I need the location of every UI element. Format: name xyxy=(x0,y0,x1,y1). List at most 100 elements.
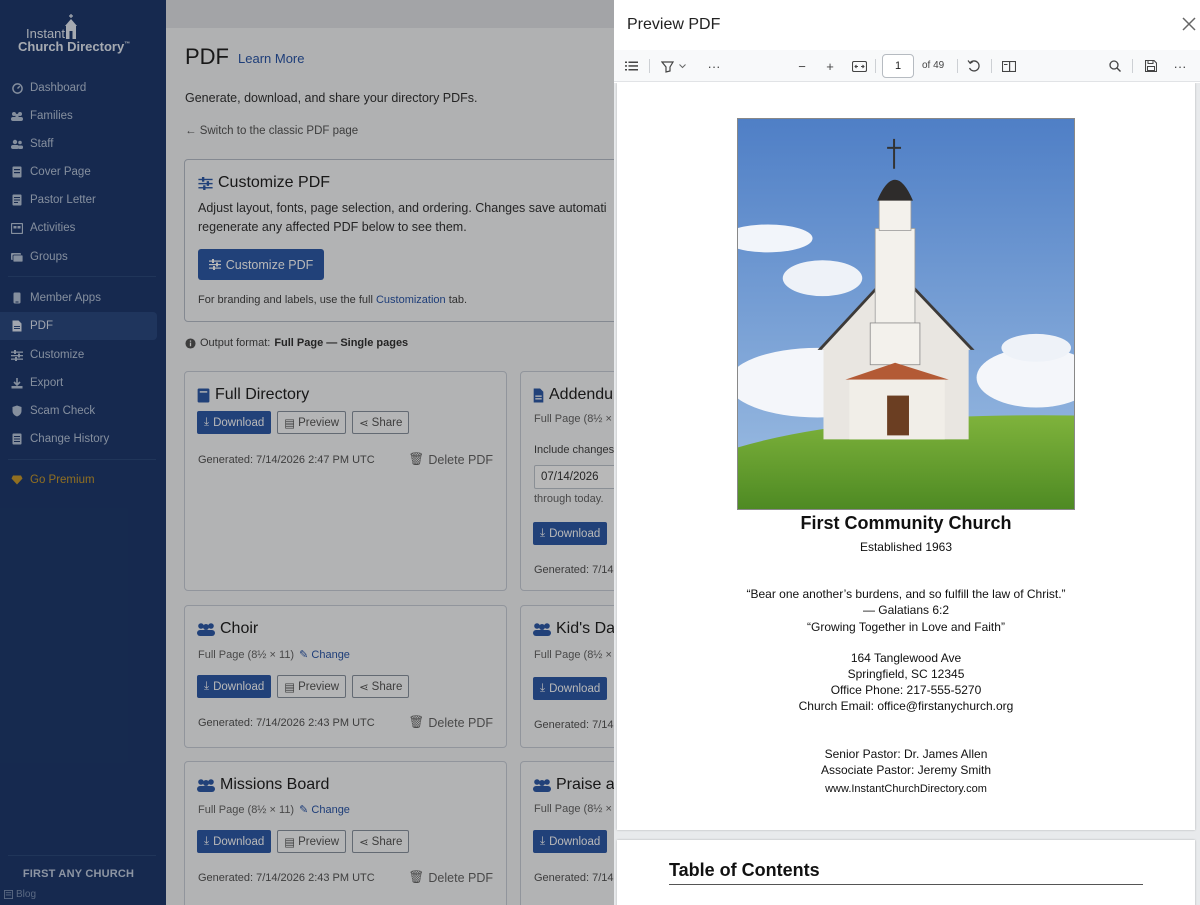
share-button[interactable]: ⋖ Share xyxy=(352,675,410,698)
logo-text-name: Church Directory™ xyxy=(18,39,131,54)
sidebar: Instant Church Directory™ Dashboard Fami… xyxy=(0,0,166,905)
sidebar-item-families[interactable]: Families xyxy=(0,102,157,130)
delete-pdf-button[interactable]: 🗑 Delete PDF xyxy=(409,870,493,885)
customize-description-2: regenerate any affected PDF below to see… xyxy=(198,220,467,234)
pdf-card-addendum: Addendu Full Page (8½ × 1 Include change… xyxy=(520,371,616,591)
pdf-viewer[interactable]: First Community Church Established 1963 … xyxy=(614,83,1200,905)
download-button[interactable]: ⤓ Download xyxy=(533,830,608,853)
rotate-button[interactable] xyxy=(966,58,982,74)
zoom-out-button[interactable]: − xyxy=(795,58,809,74)
export-icon xyxy=(11,377,23,389)
pdf-toc-heading: Table of Contents xyxy=(669,860,820,880)
sidebar-item-label: Dashboard xyxy=(30,82,87,94)
save-button[interactable] xyxy=(1144,58,1158,74)
save-icon xyxy=(1145,60,1157,72)
change-format-link[interactable]: ✎ Change xyxy=(299,804,350,816)
pdf-card-choir: Choir Full Page (8½ × 11) ✎ Change ⤓ Downl… xyxy=(184,605,507,748)
sidebar-item-label: Go Premium xyxy=(30,474,95,486)
download-button[interactable]: ⤓ Download xyxy=(197,675,272,698)
highlighter-icon xyxy=(660,60,674,73)
card-actions: ⤓ Download ▤ Preview ⋖ Share xyxy=(197,411,410,434)
settings-more-button[interactable]: ··· xyxy=(1172,58,1188,74)
church-name[interactable]: FIRST ANY CHURCH xyxy=(0,868,157,880)
sidebar-item-staff[interactable]: Staff xyxy=(0,130,157,158)
sidebar-item-dashboard[interactable]: Dashboard xyxy=(0,74,157,102)
preview-pdf-panel: Preview PDF ··· − + 1 of 49 ··· First Co… xyxy=(614,0,1200,905)
more-icon: ··· xyxy=(1173,58,1187,74)
search-button[interactable] xyxy=(1108,58,1122,74)
share-button[interactable]: ⋖ Share xyxy=(352,830,410,853)
sidebar-item-go-premium[interactable]: Go Premium xyxy=(0,466,157,494)
app-logo[interactable]: Instant Church Directory™ xyxy=(18,14,148,58)
sidebar-divider xyxy=(8,459,156,460)
info-icon xyxy=(185,337,196,349)
classic-pdf-link[interactable]: ← Switch to the classic PDF page xyxy=(185,125,358,137)
fit-page-button[interactable] xyxy=(851,58,867,74)
output-format: Output format: Full Page — Single pages xyxy=(185,337,408,349)
sliders-icon xyxy=(11,349,23,361)
sidebar-item-activities[interactable]: Activities xyxy=(0,214,157,242)
sidebar-item-customize[interactable]: Customize xyxy=(0,341,157,369)
change-format-link[interactable]: ✎ Change xyxy=(299,649,350,661)
outline-toggle-button[interactable] xyxy=(624,58,638,74)
sidebar-item-scam-check[interactable]: Scam Check xyxy=(0,397,157,425)
users-icon xyxy=(533,623,551,636)
fit-width-icon xyxy=(851,60,867,72)
sidebar-item-export[interactable]: Export xyxy=(0,369,157,397)
close-icon[interactable] xyxy=(1180,15,1198,33)
pdf-verse: “Bear one another’s burdens, and so fulf… xyxy=(746,587,1066,601)
sidebar-item-label: PDF xyxy=(30,320,53,332)
pdf-associate-pastor: Associate Pastor: Jeremy Smith xyxy=(820,763,992,777)
sidebar-item-cover-page[interactable]: Cover Page xyxy=(0,158,157,186)
toolbar-separator xyxy=(875,59,876,73)
pdf-page-1: First Community Church Established 1963 … xyxy=(617,83,1195,830)
preview-button[interactable]: ▤ Preview xyxy=(277,675,347,698)
learn-more-link[interactable]: Learn More xyxy=(238,51,304,66)
download-button[interactable]: ⤓ Download xyxy=(197,411,272,434)
users-icon xyxy=(197,623,215,636)
preview-button[interactable]: ▤ Preview xyxy=(277,830,347,853)
plus-icon: + xyxy=(826,58,834,74)
download-button[interactable]: ⤓ Download xyxy=(197,830,272,853)
card-actions: ⤓ Download xyxy=(533,677,608,700)
pdf-card-missions-board: Missions Board Full Page (8½ × 11) ✎ Chan… xyxy=(184,761,507,905)
since-date-input[interactable]: 07/14/2026 xyxy=(534,465,616,489)
pdf-church-name: First Community Church xyxy=(800,513,1012,533)
customization-tab-link[interactable]: Customization xyxy=(376,294,446,306)
sidebar-item-member-apps[interactable]: Member Apps xyxy=(0,284,157,312)
card-format: Full Page (8½ × 1 xyxy=(534,413,616,425)
delete-pdf-button[interactable]: 🗑 Delete PDF xyxy=(409,715,493,730)
preview-title: Preview PDF xyxy=(627,16,721,33)
sidebar-item-groups[interactable]: Groups xyxy=(0,243,157,271)
sidebar-item-change-history[interactable]: Change History xyxy=(0,425,157,453)
more-tools-button[interactable]: ··· xyxy=(706,58,722,74)
share-button[interactable]: ⋖ Share xyxy=(352,411,410,434)
download-icon: ⤓ xyxy=(204,680,210,692)
through-today-label: through today. xyxy=(534,493,604,505)
main-content: PDF Learn More Generate, download, and s… xyxy=(166,0,616,905)
card-format: Full Page (8½ × 11) ✎ Change xyxy=(198,649,350,661)
page-number-input[interactable]: 1 xyxy=(882,54,914,78)
download-button[interactable]: ⤓ Download xyxy=(533,677,608,700)
pdf-office-phone: Office Phone: 217-555-5270 xyxy=(830,683,982,697)
customize-pdf-button[interactable]: Customize PDF xyxy=(198,249,324,280)
highlight-button[interactable] xyxy=(658,58,688,74)
zoom-in-button[interactable]: + xyxy=(823,58,837,74)
download-icon: ⤓ xyxy=(204,416,210,428)
blog-link[interactable]: Blog xyxy=(4,889,36,900)
delete-pdf-button[interactable]: 🗑 Delete PDF xyxy=(409,452,493,467)
file-icon: ▤ xyxy=(284,836,296,849)
preview-button[interactable]: ▤ Preview xyxy=(277,411,347,434)
sidebar-item-pastor-letter[interactable]: Pastor Letter xyxy=(0,186,157,214)
families-icon xyxy=(11,110,23,122)
card-title: Missions Board xyxy=(197,776,329,794)
page-view-button[interactable] xyxy=(1001,58,1017,74)
sidebar-item-label: Pastor Letter xyxy=(30,194,96,206)
generated-timestamp: Generated: 7/14/2026 2:47 PM UTC xyxy=(198,454,375,466)
card-actions: ⤓ Download ▤ Preview ⋖ Share xyxy=(197,675,410,698)
download-button[interactable]: ⤓ Download xyxy=(533,522,608,545)
sidebar-item-pdf[interactable]: PDF xyxy=(0,312,157,340)
book-icon xyxy=(197,388,210,402)
card-title: Choir xyxy=(197,620,258,638)
pdf-established: Established 1963 xyxy=(859,540,953,554)
